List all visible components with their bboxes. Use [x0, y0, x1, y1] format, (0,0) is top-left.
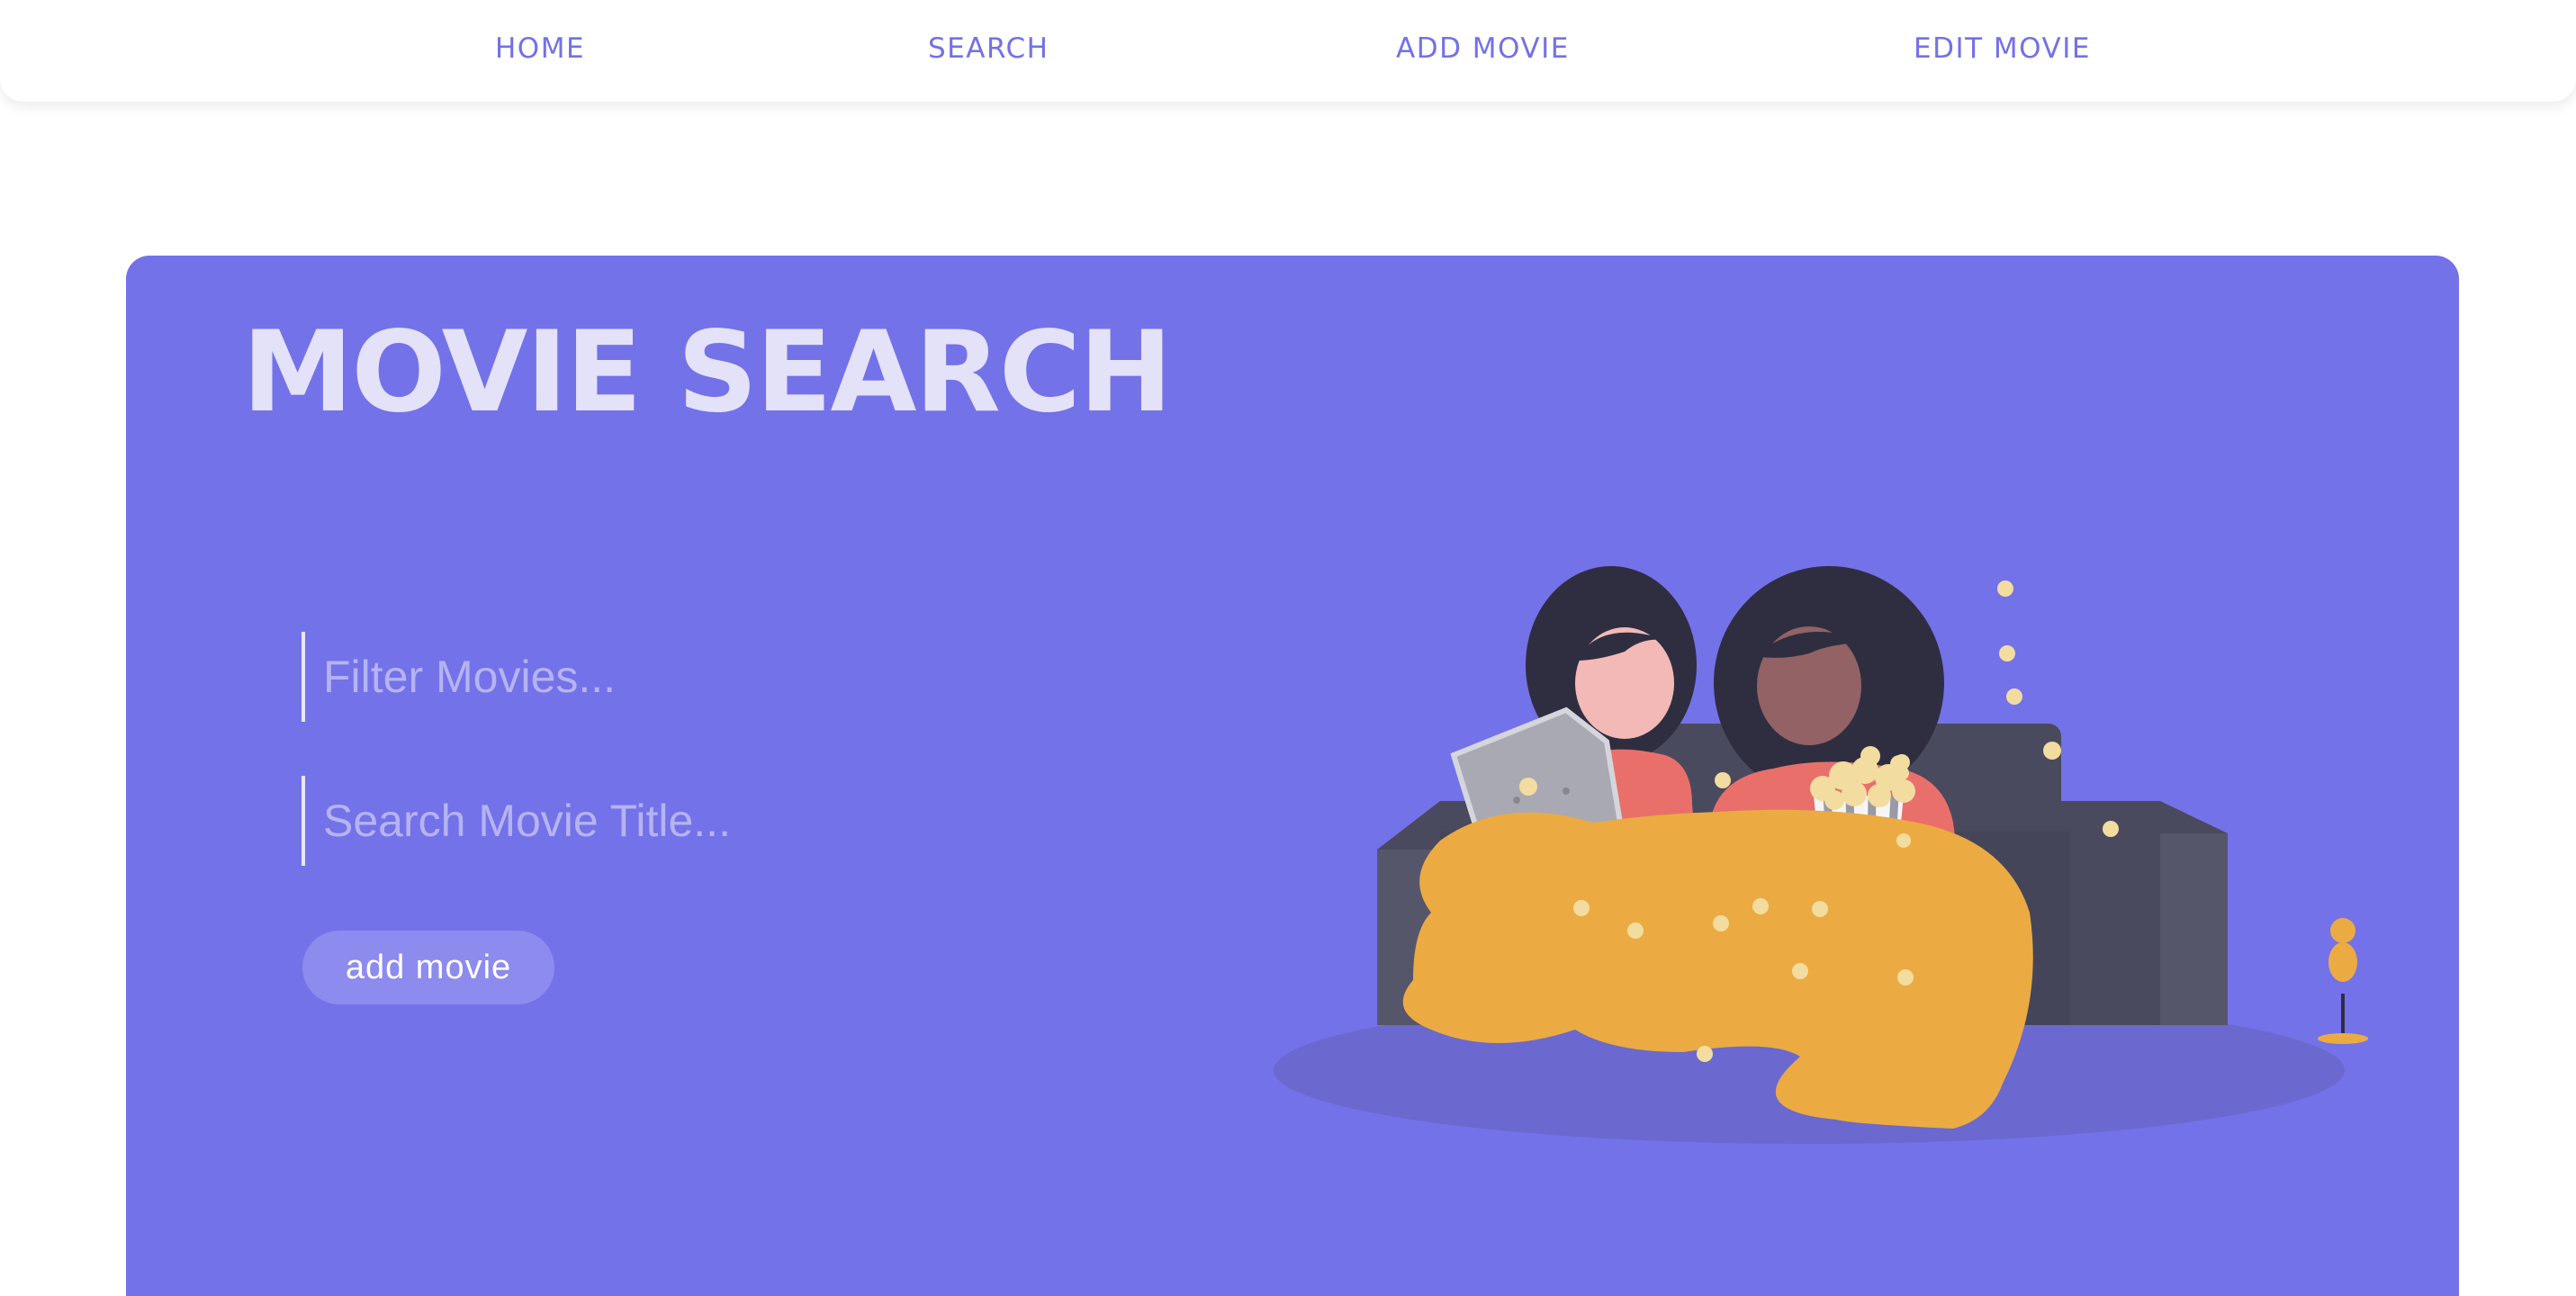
nav-link-home[interactable]: HOME — [495, 31, 585, 67]
search-movie-title-input[interactable] — [302, 776, 932, 866]
hero-card: MOVIE SEARCH add movie — [126, 256, 2459, 1296]
small-lamp — [2318, 918, 2368, 1044]
nav-link-edit-movie[interactable]: EDIT MOVIE — [1914, 31, 2091, 67]
top-navbar: HOME SEARCH ADD MOVIE EDIT MOVIE — [0, 0, 2576, 102]
filter-movies-input[interactable] — [302, 632, 932, 722]
couch-movie-night-illustration — [1274, 566, 2368, 1144]
add-movie-button[interactable]: add movie — [302, 931, 554, 1004]
nav-link-search[interactable]: SEARCH — [928, 31, 1049, 67]
page-title: MOVIE SEARCH — [242, 308, 1173, 437]
nav-link-add-movie[interactable]: ADD MOVIE — [1396, 31, 1570, 67]
